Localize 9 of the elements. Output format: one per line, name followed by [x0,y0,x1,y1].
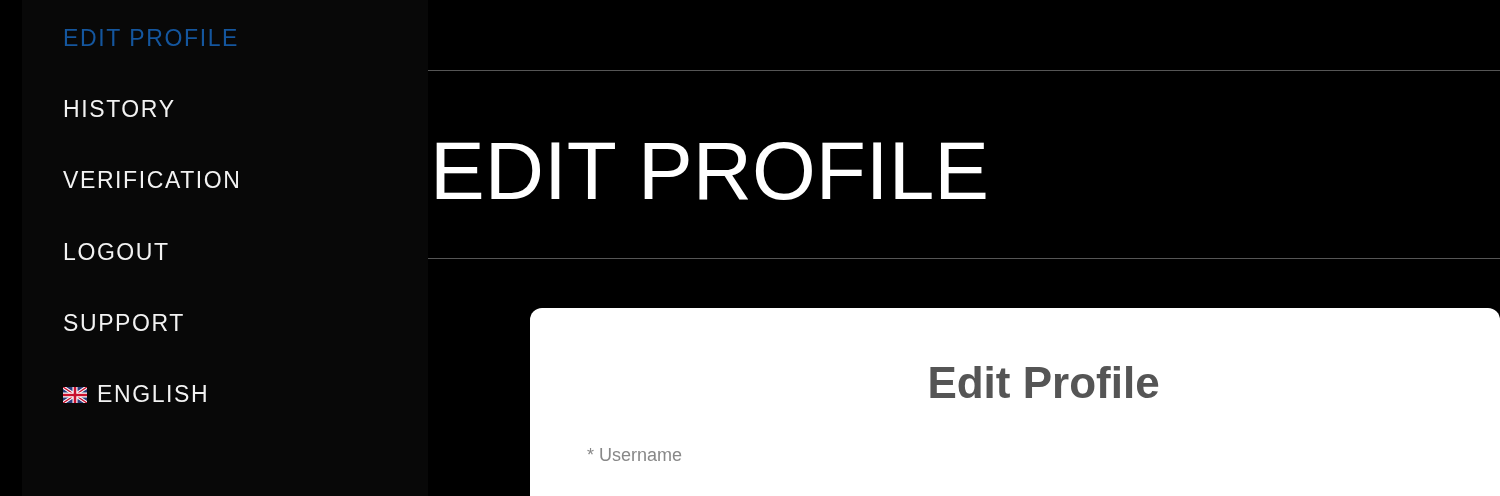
uk-flag-icon [63,386,87,403]
language-link[interactable]: ENGLISH [63,378,210,411]
page-title: EDIT PROFILE [430,129,989,212]
sidebar-link[interactable]: VERIFICATION [63,164,242,197]
sidebar-link[interactable]: LOGOUT [63,236,170,269]
sidebar-link[interactable]: HISTORY [63,93,176,126]
field-label: * Username [587,445,683,466]
sidebar-link[interactable]: SUPPORT [63,307,185,340]
card-title: Edit Profile [927,358,1160,408]
